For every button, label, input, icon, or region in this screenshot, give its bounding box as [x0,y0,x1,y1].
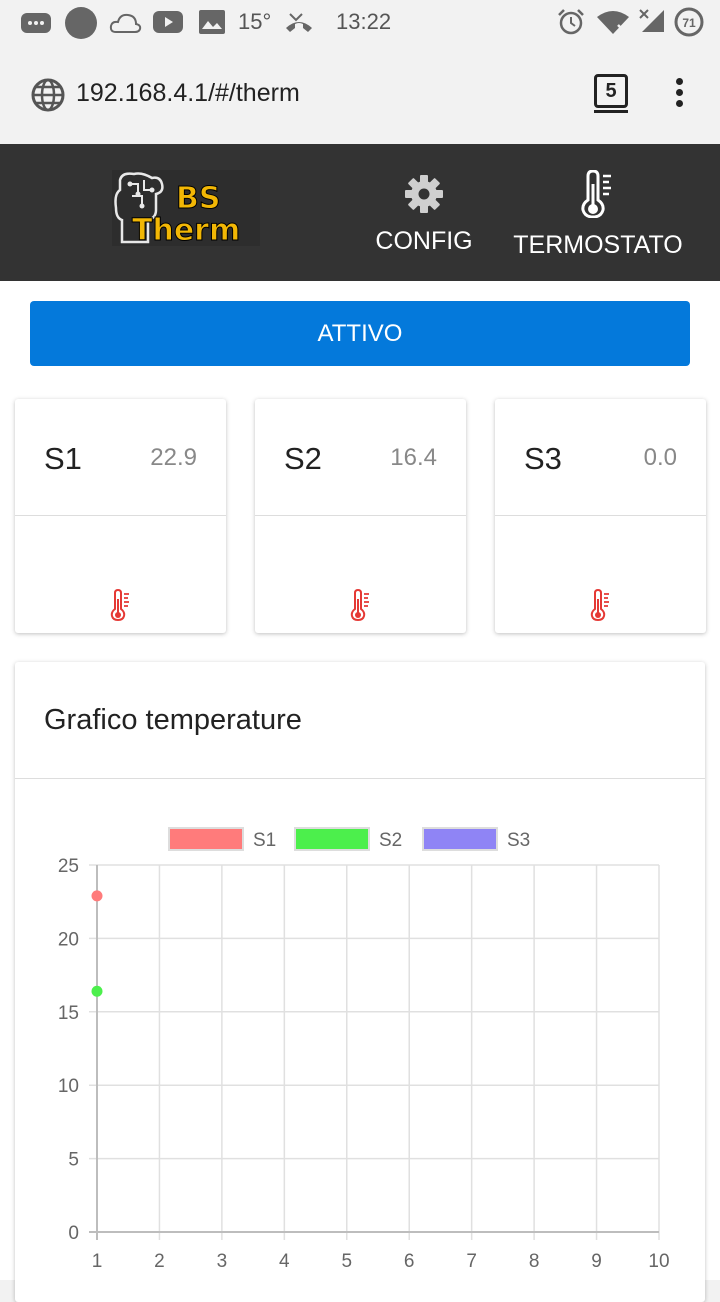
main-content: ATTIVO S1 22.9 S2 16.4 S3 0.0 Grafico te… [0,281,720,1302]
thermometer-icon [350,589,369,621]
youtube-icon [153,11,183,33]
battery-icon: 71 [674,7,704,37]
x-tick-label: 8 [529,1251,540,1272]
gear-icon [405,175,443,213]
x-tick-label: 6 [404,1251,415,1272]
y-tick-label: 10 [58,1076,79,1097]
legend-swatch-s3 [422,827,498,851]
sensor-card-s1: S1 22.9 [15,399,226,633]
data-point-s1 [91,890,103,902]
sensor-name: S3 [524,441,562,476]
tab-switcher-button[interactable]: 5 [594,74,628,108]
missed-call-icon [286,13,312,32]
x-tick-label: 10 [648,1251,669,1272]
nav-config-label: CONFIG [375,227,473,255]
nav-config[interactable]: CONFIG [372,174,476,256]
sensor-value: 0.0 [643,444,677,471]
thermometer-icon [110,589,129,621]
x-tick-label: 7 [466,1251,477,1272]
y-tick-label: 25 [58,856,79,877]
messages-icon [21,13,51,33]
y-tick-label: 0 [68,1223,79,1244]
legend-label-s2: S2 [379,830,402,851]
y-tick-label: 15 [58,1003,79,1024]
logo-graphic: BS Therm [114,172,241,249]
avatar-icon [65,7,97,39]
url-field[interactable]: 192.168.4.1/#/therm [76,79,300,108]
x-tick-label: 1 [92,1251,103,1272]
y-tick-label: 20 [58,929,79,950]
nav-termostato[interactable]: TERMOSTATO [512,169,684,260]
sensor-name: S2 [284,441,322,476]
chart-title: Grafico temperature [44,704,302,736]
battery-level: 71 [682,16,696,30]
x-tick-label: 5 [341,1251,352,1272]
tab-switcher-underline [594,110,628,113]
status-time: 13:22 [336,9,392,34]
state-toggle-button[interactable]: ATTIVO [30,301,690,366]
x-tick-label: 3 [217,1251,228,1272]
globe-icon[interactable] [30,77,66,113]
browser-menu-button[interactable] [676,78,688,108]
logo-text-bs: BS [176,181,220,216]
thermometer-icon [590,589,609,621]
sensor-card-s3: S3 0.0 [495,399,706,633]
temperature-chart: 0 5 10 15 20 25 1 2 3 4 5 6 7 8 9 10 S1 S2 S3 [58,827,670,1272]
sensor-value: 16.4 [390,444,437,471]
status-temperature: 15° [238,9,272,34]
data-point-s2 [91,985,103,997]
legend-swatch-s1 [168,827,244,851]
sensor-name: S1 [44,441,82,476]
chart-card-header: Grafico temperature [15,662,705,779]
app-navbar: BS Therm CONFIG TERMOSTATO [0,144,720,281]
bstherm-logo[interactable]: BS Therm [112,170,260,249]
nav-termostato-label: TERMOSTATO [513,231,683,259]
wifi-icon [597,11,629,34]
cloud-icon [109,13,142,33]
legend-label-s1: S1 [253,830,276,851]
legend-swatch-s2 [294,827,370,851]
x-tick-label: 9 [591,1251,602,1272]
sensor-value: 22.9 [150,444,197,471]
sensor-card-s2: S2 16.4 [255,399,466,633]
signal-icon [639,9,664,32]
thermometer-icon [581,169,611,219]
x-tick-label: 4 [279,1251,290,1272]
legend-label-s3: S3 [507,830,530,851]
chart-card: Grafico temperature 0 5 10 15 20 25 1 2 3 4 5 6 7 8 9 1… [15,662,705,1302]
sensor-card-header: S2 16.4 [255,399,466,516]
alarm-icon [558,9,584,35]
logo-text-therm: Therm [132,213,240,246]
status-bar: 15° 13:22 71 [0,0,720,44]
sensor-card-header: S3 0.0 [495,399,706,516]
x-tick-label: 2 [154,1251,165,1272]
y-tick-label: 5 [68,1150,79,1171]
image-icon [199,10,225,34]
sensor-card-header: S1 22.9 [15,399,226,516]
